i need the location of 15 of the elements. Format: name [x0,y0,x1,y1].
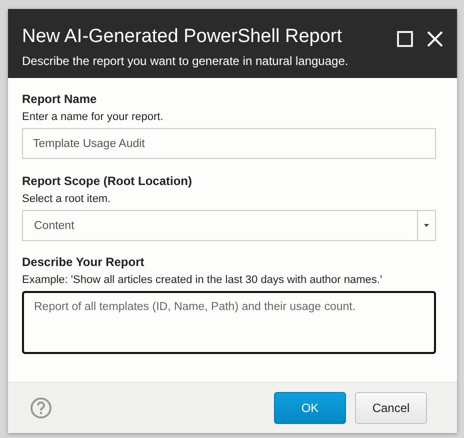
field-hint: Example: 'Show all articles created in the last 30 days with author names.' [22,273,384,287]
text-area[interactable]: Report of all templates (ID, Name, Path) and their usage count. [22,291,436,354]
input-field[interactable]: Template Usage Audit [22,128,436,159]
select-field[interactable]: Content [22,210,436,241]
field-hint: Select a root item. [22,192,112,206]
close-icon[interactable] [427,31,443,47]
dialog-subtitle: Describe the report you want to generate in natural language. [22,54,348,68]
field-label: Report Name [22,92,98,107]
field-label: Report Scope (Root Location) [22,174,193,189]
cancel-button[interactable]: Cancel [355,392,427,424]
field-hint: Enter a name for your report. [22,110,164,124]
maximize-icon[interactable] [397,31,413,47]
field-label: Describe Your Report [22,255,146,270]
dialog-title: New AI-Generated PowerShell Report [22,25,343,49]
caret-icon [424,224,429,227]
